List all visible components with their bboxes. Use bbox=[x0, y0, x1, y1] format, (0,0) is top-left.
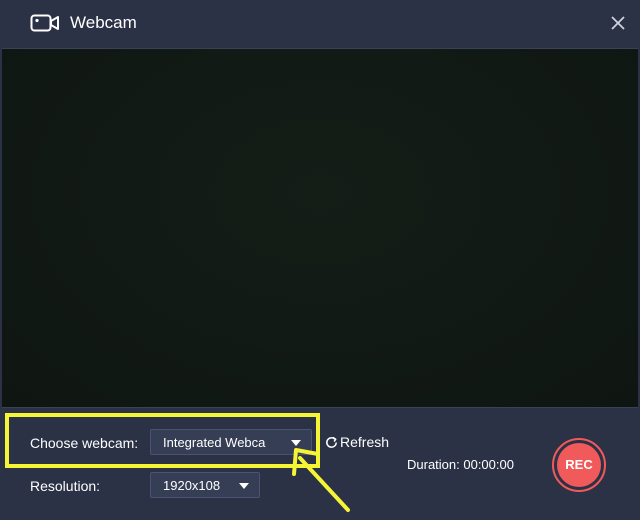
duration-readout: Duration: 00:00:00 bbox=[407, 457, 514, 472]
resolution-select-value: 1920x108 bbox=[163, 478, 221, 493]
resolution-label: Resolution: bbox=[30, 478, 101, 494]
webcam-select-value: Integrated Webca bbox=[163, 435, 266, 450]
chevron-down-icon bbox=[239, 483, 249, 489]
choose-webcam-label: Choose webcam: bbox=[30, 435, 139, 451]
chevron-down-icon bbox=[291, 440, 301, 446]
title-bar: Webcam bbox=[0, 0, 640, 48]
resolution-select[interactable]: 1920x108 bbox=[150, 472, 260, 498]
video-camera-icon bbox=[30, 14, 59, 32]
controls-panel bbox=[0, 408, 640, 520]
webcam-preview bbox=[2, 48, 638, 408]
refresh-label: Refresh bbox=[340, 434, 390, 450]
record-button[interactable]: REC bbox=[552, 438, 606, 492]
webcam-select[interactable]: Integrated Webca bbox=[150, 429, 312, 455]
record-button-label: REC bbox=[557, 443, 601, 487]
window-title: Webcam bbox=[70, 13, 137, 32]
close-icon[interactable] bbox=[608, 13, 628, 33]
webcam-window: Webcam Choose webcam: Integrated Webca R… bbox=[0, 0, 640, 520]
refresh-icon bbox=[326, 436, 337, 448]
